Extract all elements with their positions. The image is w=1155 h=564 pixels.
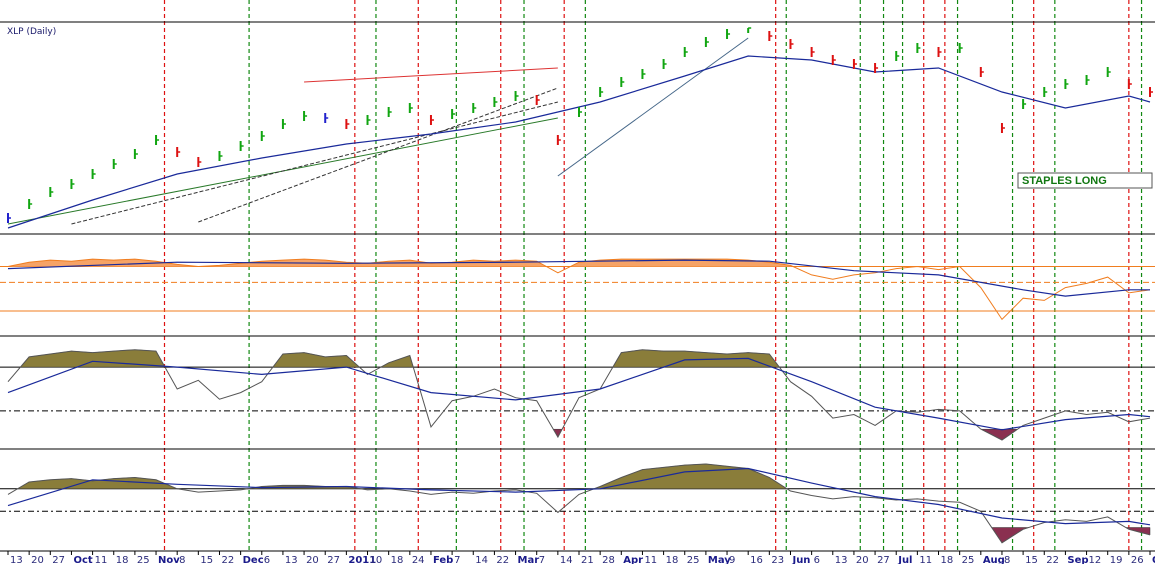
x-tick-label-50: Sep bbox=[1067, 555, 1088, 564]
x-tick-label-45: 25 bbox=[962, 555, 975, 564]
x-tick-label-4: 11 bbox=[95, 555, 108, 564]
x-tick-label-1: 20 bbox=[31, 555, 44, 564]
x-tick-label-36: 23 bbox=[771, 555, 784, 564]
x-tick-label-29: Apr bbox=[623, 555, 643, 564]
x-tick-label-7: Nov bbox=[158, 555, 180, 564]
x-tick-label-51: 12 bbox=[1089, 555, 1102, 564]
x-tick-label-39: 13 bbox=[835, 555, 848, 564]
x-tick-label-5: 18 bbox=[116, 555, 129, 564]
chart-title: XLP (Daily) bbox=[7, 27, 56, 37]
x-tick-label-42: Jul bbox=[897, 555, 912, 564]
x-tick-label-3: Oct bbox=[73, 555, 92, 564]
x-tick-label-14: 20 bbox=[306, 555, 319, 564]
x-tick-label-33: May bbox=[708, 555, 731, 564]
x-tick-label-19: 24 bbox=[412, 555, 425, 564]
x-tick-label-0: 13 bbox=[10, 555, 23, 564]
x-tick-label-8: 8 bbox=[179, 555, 185, 564]
x-tick-label-25: 7 bbox=[539, 555, 545, 564]
x-tick-label-21: 7 bbox=[454, 555, 460, 564]
x-tick-label-31: 18 bbox=[666, 555, 679, 564]
x-tick-label-34: 9 bbox=[729, 555, 735, 564]
stock-chart: 13 20 27 Oct 11 18 25 Nov 8 15 22 Dec 6 13 20 27 201110 1… bbox=[0, 0, 1155, 564]
x-tick-label-26: 14 bbox=[560, 555, 573, 564]
x-tick-label-37: Jun bbox=[791, 555, 810, 564]
x-tick-label-22: 14 bbox=[475, 555, 488, 564]
x-tick-label-18: 18 bbox=[391, 555, 404, 564]
x-tick-label-48: 15 bbox=[1025, 555, 1038, 564]
badge-text: STAPLES LONG bbox=[1022, 175, 1107, 187]
x-tick-label-12: 6 bbox=[264, 555, 270, 564]
x-tick-label-9: 15 bbox=[200, 555, 213, 564]
x-tick-label-49: 22 bbox=[1046, 555, 1059, 564]
x-tick-label-28: 28 bbox=[602, 555, 615, 564]
x-tick-label-2: 27 bbox=[52, 555, 65, 564]
x-tick-label-35: 16 bbox=[750, 555, 763, 564]
x-tick-label-27: 21 bbox=[581, 555, 594, 564]
x-tick-label-47: 8 bbox=[1004, 555, 1010, 564]
x-tick-label-15: 27 bbox=[327, 555, 340, 564]
x-tick-label-30: 11 bbox=[644, 555, 657, 564]
x-tick-label-43: 11 bbox=[919, 555, 932, 564]
x-tick-label-52: 19 bbox=[1110, 555, 1123, 564]
staples-long-badge: STAPLES LONG bbox=[1017, 172, 1153, 189]
x-tick-label-11: Dec bbox=[243, 555, 264, 564]
x-tick-label-13: 13 bbox=[285, 555, 298, 564]
x-tick-label-6: 25 bbox=[137, 555, 150, 564]
x-tick-label-38: 6 bbox=[814, 555, 820, 564]
x-tick-label-44: 18 bbox=[941, 555, 954, 564]
x-tick-label-24: Mar bbox=[518, 555, 540, 564]
x-tick-label-17: 10 bbox=[370, 555, 383, 564]
x-tick-label-10: 22 bbox=[221, 555, 234, 564]
x-tick-label-53: 26 bbox=[1131, 555, 1144, 564]
x-tick-label-20: Feb bbox=[433, 555, 453, 564]
chart-root: 13 20 27 Oct 11 18 25 Nov 8 15 22 Dec 6 13 20 27 2011 10 1… bbox=[0, 0, 1155, 564]
x-tick-label-46: Aug bbox=[983, 555, 1005, 564]
x-tick-label-23: 22 bbox=[496, 555, 509, 564]
x-tick-label-40: 20 bbox=[856, 555, 869, 564]
x-tick-label-32: 25 bbox=[687, 555, 700, 564]
x-tick-label-41: 27 bbox=[877, 555, 890, 564]
